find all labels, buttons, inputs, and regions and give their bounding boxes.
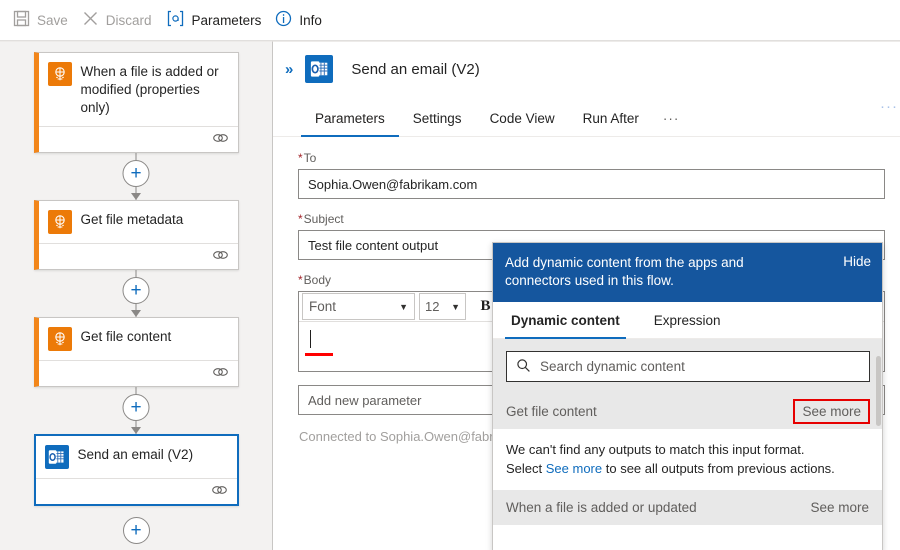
see-more-button[interactable]: See more: [810, 500, 869, 515]
flow-canvas: When a file is added or modified (proper…: [0, 41, 273, 550]
tab-settings[interactable]: Settings: [399, 103, 476, 137]
see-more-link[interactable]: See more: [546, 461, 602, 476]
flow-step-get-file-content[interactable]: Get file content: [33, 317, 239, 387]
see-more-button[interactable]: See more: [793, 399, 870, 424]
sharepoint-icon: [47, 62, 72, 86]
font-size-value: 12: [425, 299, 440, 314]
info-icon: [275, 10, 292, 30]
font-family-dropdown[interactable]: Font ▼: [302, 293, 415, 320]
flow-step-title: When a file is added or modified (proper…: [80, 64, 219, 115]
link-icon[interactable]: [211, 484, 228, 499]
flow-step-title: Send an email (V2): [77, 447, 194, 462]
flow-connector: +: [34, 387, 239, 434]
flyout-header-text: Add dynamic content from the apps and co…: [505, 255, 744, 288]
empty-message-prefix: Select: [506, 461, 546, 476]
flow-connector: +: [34, 153, 239, 200]
hide-link[interactable]: Hide: [843, 254, 871, 269]
tab-parameters[interactable]: Parameters: [301, 103, 399, 137]
flyout-tabs: Dynamic content Expression: [493, 302, 882, 339]
flow-step-when-a-file-is-added[interactable]: When a file is added or modified (proper…: [33, 52, 239, 153]
save-icon: [13, 10, 30, 30]
page-title: Send an email (V2): [351, 60, 480, 78]
flow-step-header: Get file content: [39, 318, 238, 360]
action-details-pane: » Send an email (V2) ··· Parameters Sett…: [273, 41, 900, 550]
info-label: Info: [299, 12, 322, 28]
validation-underline: [305, 353, 333, 356]
group-name: Get file content: [506, 404, 597, 419]
tab-overflow[interactable]: ···: [653, 103, 694, 137]
flow-step-title: Get file metadata: [80, 212, 184, 227]
flow-step-get-file-metadata[interactable]: Get file metadata: [33, 200, 239, 270]
font-size-dropdown[interactable]: 12 ▼: [419, 293, 466, 320]
flow-connector: +: [34, 270, 239, 317]
flow-step-header: When a file is added or modified (proper…: [39, 53, 238, 126]
add-step-button[interactable]: +: [122, 277, 150, 304]
flyout-search-area: Search dynamic content: [493, 339, 882, 394]
flow-step-header: Get file metadata: [39, 201, 238, 243]
collapse-chevron-icon[interactable]: »: [285, 61, 293, 78]
empty-message-suffix: to see all outputs from previous actions…: [602, 461, 835, 476]
parameters-icon: [166, 10, 185, 30]
group-name: When a file is added or updated: [506, 500, 697, 515]
flow-step-send-an-email[interactable]: Send an email (V2): [33, 434, 239, 506]
search-icon: [516, 358, 531, 376]
flyout-header: Add dynamic content from the apps and co…: [493, 243, 882, 302]
chevron-down-icon: ▼: [451, 301, 460, 312]
parameters-label: Parameters: [191, 12, 262, 28]
field-to: *To Sophia.Owen@fabrikam.com: [298, 151, 885, 199]
required-marker: *: [298, 212, 303, 226]
search-input[interactable]: Search dynamic content: [506, 351, 870, 382]
to-input[interactable]: Sophia.Owen@fabrikam.com: [298, 169, 885, 199]
pane-header: » Send an email (V2): [273, 42, 900, 83]
sharepoint-icon: [47, 327, 72, 351]
font-family-value: Font: [309, 299, 337, 314]
info-button[interactable]: Info: [272, 4, 333, 36]
required-marker: *: [298, 151, 303, 165]
flow-step-footer: [38, 126, 238, 152]
command-bar: Save Discard Parameters Info: [0, 0, 900, 41]
discard-icon: [82, 10, 99, 30]
add-new-parameter-label: Add new parameter: [308, 392, 422, 408]
link-icon[interactable]: [212, 132, 229, 147]
tab-run-after[interactable]: Run After: [569, 103, 653, 137]
pane-tabs: Parameters Settings Code View Run After …: [273, 102, 900, 137]
dynamic-content-flyout: Add dynamic content from the apps and co…: [492, 242, 883, 550]
search-placeholder: Search dynamic content: [540, 359, 685, 374]
dynamic-content-group-get-file-content[interactable]: Get file content See more: [493, 394, 882, 429]
subject-label: *Subject: [298, 212, 344, 226]
main-area: When a file is added or modified (proper…: [0, 41, 900, 550]
outlook-icon: [305, 55, 334, 83]
tab-expression[interactable]: Expression: [648, 303, 727, 339]
link-icon[interactable]: [212, 249, 229, 264]
empty-state-message: We can't find any outputs to match this …: [493, 429, 882, 490]
text-caret: [310, 330, 311, 348]
add-step-button[interactable]: +: [122, 394, 150, 421]
flow-step-header: Send an email (V2): [36, 436, 237, 478]
required-marker: *: [298, 273, 303, 287]
tab-code-view[interactable]: Code View: [476, 103, 569, 137]
discard-button[interactable]: Discard: [79, 4, 163, 36]
flow-step-title: Get file content: [80, 329, 172, 344]
save-button[interactable]: Save: [10, 4, 79, 36]
empty-message-line1: We can't find any outputs to match this …: [506, 442, 805, 457]
flow-step-footer: [38, 360, 238, 386]
discard-label: Discard: [105, 12, 152, 28]
flow-step-footer: [38, 243, 238, 269]
tab-dynamic-content[interactable]: Dynamic content: [505, 303, 626, 339]
link-icon[interactable]: [212, 366, 229, 381]
to-label: *To: [298, 151, 317, 165]
flyout-scrollbar[interactable]: [876, 356, 881, 426]
add-step-button[interactable]: +: [122, 160, 150, 187]
save-label: Save: [37, 12, 68, 28]
flow-step-footer: [35, 478, 237, 504]
outlook-icon: [44, 445, 69, 469]
dynamic-content-group-when-a-file-is-added[interactable]: When a file is added or updated See more: [493, 490, 882, 525]
pane-overflow-menu[interactable]: ···: [880, 98, 898, 115]
parameters-button[interactable]: Parameters: [163, 4, 273, 36]
add-final-step-button[interactable]: +: [122, 517, 150, 544]
chevron-down-icon: ▼: [399, 301, 408, 312]
sharepoint-icon: [47, 210, 72, 234]
